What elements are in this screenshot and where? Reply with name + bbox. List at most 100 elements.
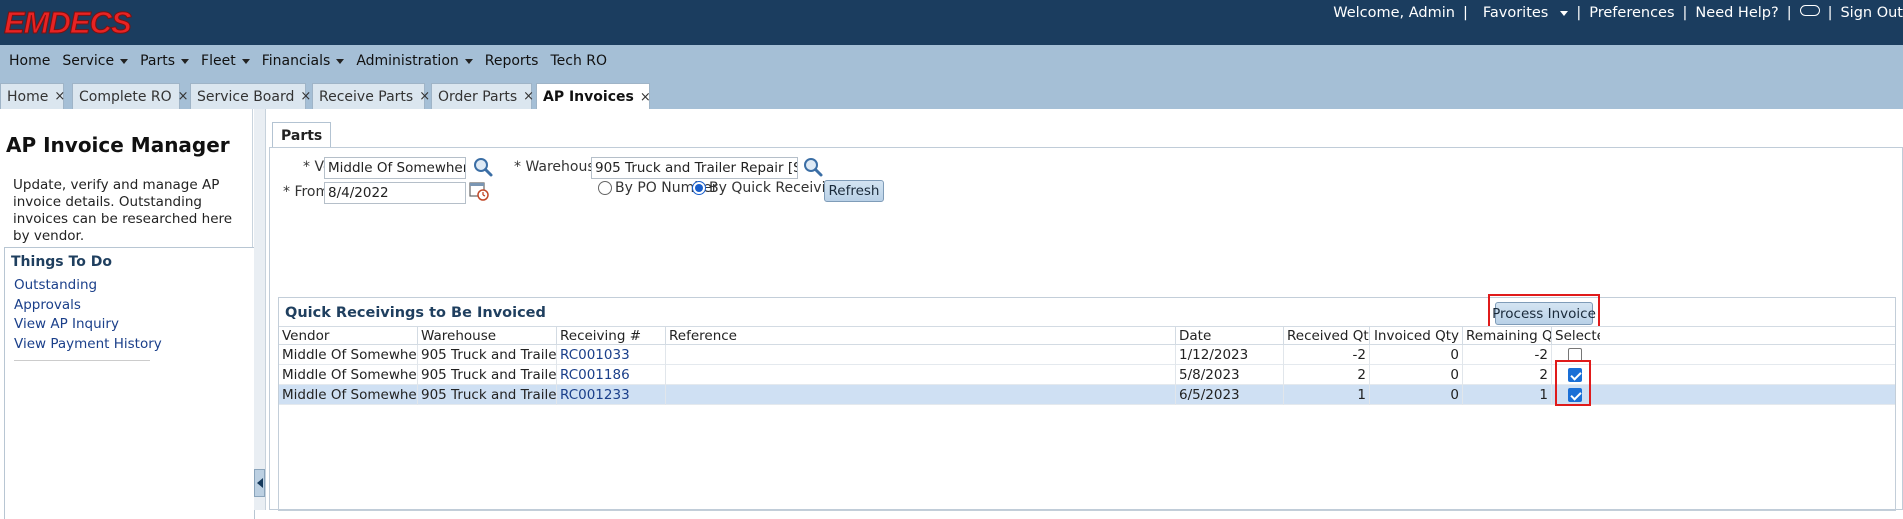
pane-splitter[interactable] [254, 109, 266, 510]
page-title: AP Invoice Manager [6, 133, 230, 157]
tab-parts[interactable]: Parts [272, 122, 332, 148]
vendor-field[interactable]: Middle Of Somewhere Supply [324, 157, 466, 179]
close-icon[interactable]: × [54, 89, 65, 104]
close-icon[interactable]: × [300, 89, 311, 104]
divider [14, 360, 150, 361]
close-icon[interactable]: × [419, 89, 430, 104]
close-icon[interactable]: × [640, 90, 651, 105]
menu-label: Financials [261, 53, 331, 69]
main-content: Parts * Vendor: Middle Of Somewhere Supp… [267, 109, 1903, 511]
things-to-do-links: Outstanding Approvals View AP Inquiry Vi… [14, 276, 162, 354]
cell-reference [666, 365, 1176, 385]
separator: | [1462, 5, 1468, 21]
tab-home[interactable]: Home × [0, 83, 65, 109]
close-icon[interactable]: × [523, 89, 534, 104]
cell-date: 5/8/2023 [1176, 365, 1284, 385]
by-quick-receiving-radio[interactable] [692, 181, 706, 195]
table-row-selected[interactable]: Middle Of Somewhere S... 905 Truck and T… [279, 385, 1895, 405]
col-received-qty[interactable]: Received Qty [1284, 327, 1370, 345]
cell-reference [666, 345, 1176, 365]
link-view-payment-history[interactable]: View Payment History [14, 335, 162, 355]
menu-financials[interactable]: Financials [262, 53, 345, 69]
tab-service-board[interactable]: Service Board × [190, 83, 311, 109]
menu-parts[interactable]: Parts [140, 53, 190, 69]
vendor-search-icon[interactable] [472, 156, 494, 178]
warehouse-search-icon[interactable] [802, 156, 824, 178]
menu-administration[interactable]: Administration [356, 53, 473, 69]
cell-invoiced-qty: 0 [1370, 345, 1463, 365]
link-outstanding[interactable]: Outstanding [14, 276, 162, 296]
refresh-button[interactable]: Refresh [824, 180, 884, 202]
cell-invoiced-qty: 0 [1370, 385, 1463, 405]
tab-order-parts[interactable]: Order Parts × [431, 83, 534, 109]
col-receiving[interactable]: Receiving # [557, 327, 666, 345]
things-to-do-box: Things To Do Outstanding Approvals View … [4, 247, 255, 519]
link-view-ap-inquiry[interactable]: View AP Inquiry [14, 315, 162, 335]
menu-label: Reports [484, 53, 539, 69]
collapse-left-icon[interactable] [254, 469, 265, 497]
chevron-down-icon [336, 58, 345, 64]
link-approvals[interactable]: Approvals [14, 296, 162, 316]
help-link[interactable]: Need Help? [1695, 5, 1778, 21]
tab-ap-invoices[interactable]: AP Invoices × [536, 83, 651, 110]
menu-label: Parts [140, 53, 176, 69]
favorites-menu[interactable]: Favorites [1476, 5, 1569, 21]
tab-label: AP Invoices [543, 89, 634, 105]
from-date-field[interactable]: 8/4/2022 [324, 182, 466, 204]
chevron-down-icon [181, 58, 190, 64]
calendar-icon[interactable] [468, 180, 490, 202]
warehouse-field[interactable]: 905 Truck and Trailer Repair [SHOP] [591, 157, 798, 179]
menu-label: Administration [356, 53, 459, 69]
emdecs-logo[interactable]: EMDECS [4, 5, 133, 41]
by-po-number-radio[interactable] [598, 181, 612, 195]
cell-receiving-link[interactable]: RC001033 [557, 345, 666, 365]
col-vendor[interactable]: Vendor [279, 327, 418, 345]
document-tab-bar: Home × Complete RO × Service Board × Receiv… [0, 77, 1903, 110]
preferences-link[interactable]: Preferences [1589, 5, 1674, 21]
col-reference[interactable]: Reference [666, 327, 1176, 345]
cell-date: 6/5/2023 [1176, 385, 1284, 405]
cell-remaining-qty: 2 [1463, 365, 1552, 385]
table-row[interactable]: Middle Of Somewhere S... 905 Truck and T… [279, 345, 1895, 365]
menu-service[interactable]: Service [62, 53, 129, 69]
close-icon[interactable]: × [178, 89, 189, 104]
chat-icon[interactable] [1799, 4, 1820, 21]
col-selected[interactable]: Selected [1552, 327, 1600, 345]
separator: | [1786, 5, 1792, 21]
things-to-do-heading: Things To Do [11, 254, 112, 270]
tab-label: Complete RO [79, 88, 172, 105]
tab-label: Order Parts [438, 88, 518, 105]
cell-vendor: Middle Of Somewhere S... [279, 385, 418, 405]
separator: | [1682, 5, 1688, 21]
left-info-pane: AP Invoice Manager Update, verify and ma… [0, 109, 255, 519]
col-remaining-qty[interactable]: Remaining Qty [1463, 327, 1552, 345]
tab-receive-parts[interactable]: Receive Parts × [312, 83, 430, 109]
col-date[interactable]: Date [1176, 327, 1284, 345]
process-invoice-button[interactable]: Process Invoice [1492, 302, 1596, 325]
parts-panel: * Vendor: Middle Of Somewhere Supply * W… [269, 147, 1903, 511]
menu-label: Tech RO [550, 53, 608, 69]
grid-header-row: Vendor Warehouse Receiving # Reference D… [279, 326, 1895, 345]
menu-home[interactable]: Home [9, 53, 50, 69]
cell-warehouse: 905 Truck and Trailer Re... [418, 345, 557, 365]
col-warehouse[interactable]: Warehouse [418, 327, 557, 345]
page-description: Update, verify and manage AP invoice det… [13, 177, 233, 244]
cell-warehouse: 905 Truck and Trailer Re... [418, 365, 557, 385]
menu-fleet[interactable]: Fleet [201, 53, 250, 69]
chevron-down-icon [464, 58, 473, 64]
menu-label: Home [9, 53, 51, 69]
cell-remaining-qty: 1 [1463, 385, 1552, 405]
main-menu-bar: Home Service Parts Fleet Financials Admi… [0, 45, 1903, 77]
menu-tech-ro[interactable]: Tech RO [550, 53, 607, 69]
cell-invoiced-qty: 0 [1370, 365, 1463, 385]
menu-reports[interactable]: Reports [485, 53, 539, 69]
menu-label: Service [62, 53, 115, 69]
tab-complete-ro[interactable]: Complete RO × [72, 83, 189, 109]
cell-received-qty: 2 [1284, 365, 1370, 385]
col-invoiced-qty[interactable]: Invoiced Qty [1370, 327, 1463, 345]
cell-receiving-link[interactable]: RC001186 [557, 365, 666, 385]
table-row[interactable]: Middle Of Somewhere S... 905 Truck and T… [279, 365, 1895, 385]
grid-title: Quick Receivings to Be Invoiced [285, 305, 546, 321]
sign-out-link[interactable]: Sign Out [1840, 5, 1903, 21]
cell-receiving-link[interactable]: RC001233 [557, 385, 666, 405]
